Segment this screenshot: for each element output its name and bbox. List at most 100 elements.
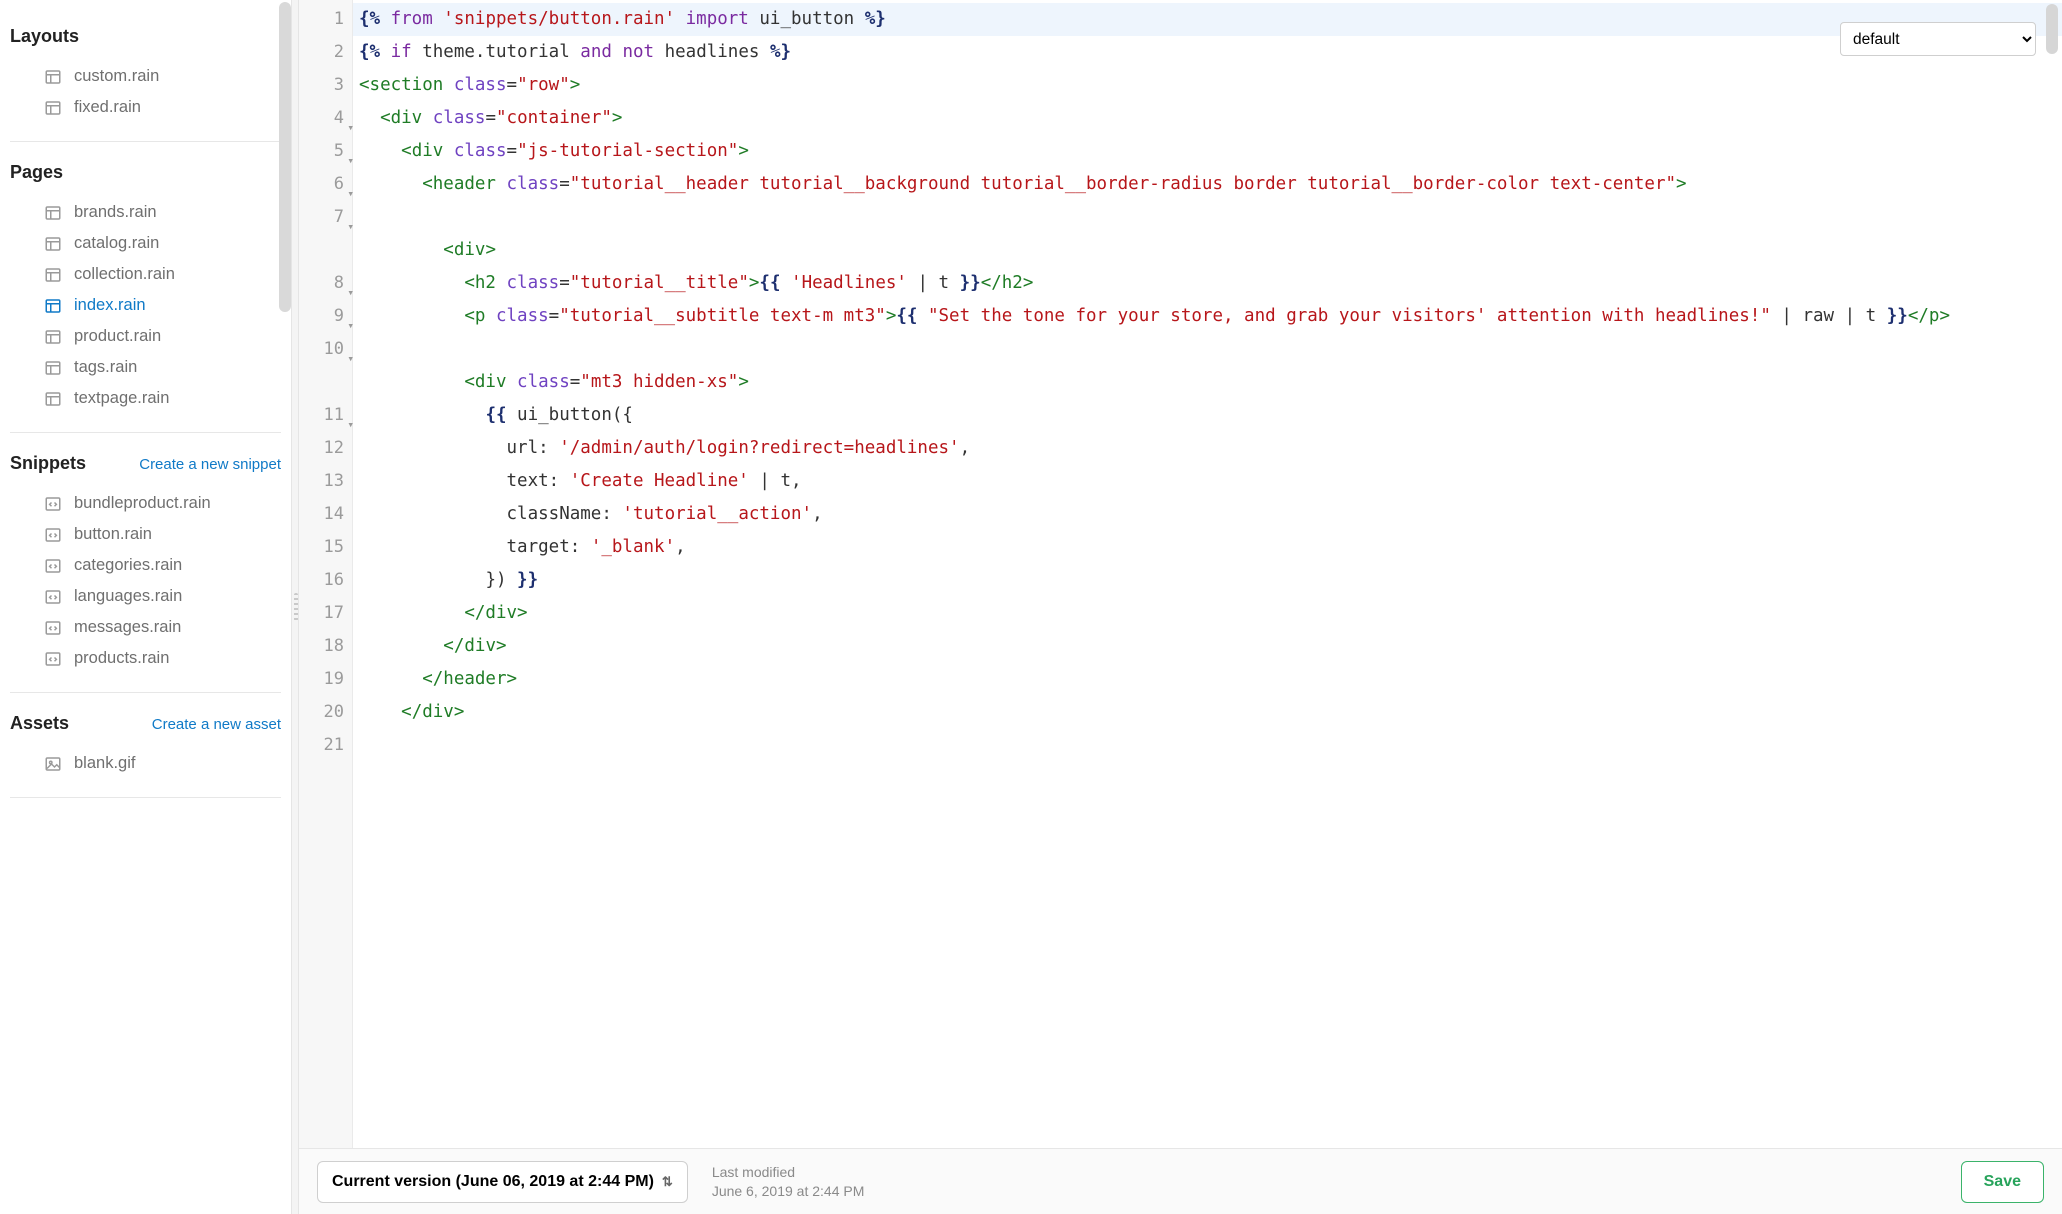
- code-line[interactable]: text: 'Create Headline' | t,: [353, 465, 2062, 498]
- gutter-line: 13: [299, 465, 352, 498]
- code-line[interactable]: <header class="tutorial__header tutorial…: [353, 168, 2062, 234]
- layout-icon: [44, 235, 62, 253]
- code-line[interactable]: <div>: [353, 234, 2062, 267]
- code-icon: [44, 588, 62, 606]
- code-line[interactable]: <div class="js-tutorial-section">: [353, 135, 2062, 168]
- code-icon: [44, 557, 62, 575]
- layout-icon: [44, 266, 62, 284]
- layout-icon: [44, 390, 62, 408]
- code-line[interactable]: <div class="container">: [353, 102, 2062, 135]
- file-item[interactable]: button.rain: [10, 519, 281, 550]
- gutter-line: 8▾: [299, 267, 352, 300]
- file-item[interactable]: collection.rain: [10, 259, 281, 290]
- code-line[interactable]: </div>: [353, 597, 2062, 630]
- section-title: Snippets: [10, 453, 86, 474]
- layout-icon: [44, 297, 62, 315]
- editor-footer: Current version (June 06, 2019 at 2:44 P…: [299, 1148, 2062, 1214]
- editor-scrollbar[interactable]: [2046, 4, 2058, 54]
- editor-pane: 1234▾5▾6▾7▾8▾9▾10▾11▾1213141516171819202…: [299, 0, 2062, 1214]
- file-item[interactable]: fixed.rain: [10, 92, 281, 123]
- file-label: brands.rain: [74, 203, 157, 222]
- save-button[interactable]: Save: [1961, 1161, 2044, 1203]
- file-item[interactable]: bundleproduct.rain: [10, 488, 281, 519]
- code-icon: [44, 495, 62, 513]
- gutter-line: 18: [299, 630, 352, 663]
- file-label: messages.rain: [74, 618, 181, 637]
- file-item[interactable]: languages.rain: [10, 581, 281, 612]
- layout-icon: [44, 328, 62, 346]
- updown-icon: ⇅: [662, 1174, 673, 1190]
- fold-toggle-icon[interactable]: ▾: [347, 342, 354, 375]
- file-label: product.rain: [74, 327, 161, 346]
- file-label: button.rain: [74, 525, 152, 544]
- code-line[interactable]: {% if theme.tutorial and not headlines %…: [353, 36, 2062, 69]
- sidebar-scrollbar[interactable]: [279, 2, 291, 312]
- code-line[interactable]: <div class="mt3 hidden-xs">: [353, 366, 2062, 399]
- code-line[interactable]: <p class="tutorial__subtitle text-m mt3"…: [353, 300, 2062, 366]
- layout-icon: [44, 99, 62, 117]
- gutter-line: 7▾: [299, 201, 352, 267]
- file-label: catalog.rain: [74, 234, 159, 253]
- section-action-link[interactable]: Create a new asset: [152, 716, 281, 733]
- file-item[interactable]: messages.rain: [10, 612, 281, 643]
- code-icon: [44, 650, 62, 668]
- layout-icon: [44, 359, 62, 377]
- fold-toggle-icon[interactable]: ▾: [347, 210, 354, 243]
- file-item[interactable]: categories.rain: [10, 550, 281, 581]
- file-label: categories.rain: [74, 556, 182, 575]
- code-line[interactable]: url: '/admin/auth/login?redirect=headlin…: [353, 432, 2062, 465]
- file-label: fixed.rain: [74, 98, 141, 117]
- file-item[interactable]: custom.rain: [10, 61, 281, 92]
- gutter-line: 12: [299, 432, 352, 465]
- code-icon: [44, 619, 62, 637]
- pane-splitter[interactable]: [291, 0, 299, 1214]
- variant-select[interactable]: default: [1840, 22, 2036, 56]
- gutter-line: 1: [299, 3, 352, 36]
- code-line[interactable]: }) }}: [353, 564, 2062, 597]
- gutter-line: 2: [299, 36, 352, 69]
- code-line[interactable]: className: 'tutorial__action',: [353, 498, 2062, 531]
- code-line[interactable]: target: '_blank',: [353, 531, 2062, 564]
- image-icon: [44, 755, 62, 773]
- gutter-line: 16: [299, 564, 352, 597]
- section-action-link[interactable]: Create a new snippet: [139, 456, 281, 473]
- code-line[interactable]: {% from 'snippets/button.rain' import ui…: [353, 3, 2062, 36]
- gutter-line: 11▾: [299, 399, 352, 432]
- code-area[interactable]: {% from 'snippets/button.rain' import ui…: [353, 0, 2062, 1148]
- file-item[interactable]: products.rain: [10, 643, 281, 674]
- code-icon: [44, 557, 62, 575]
- file-item[interactable]: product.rain: [10, 321, 281, 352]
- code-line[interactable]: {{ ui_button({: [353, 399, 2062, 432]
- gutter-line: 20: [299, 696, 352, 729]
- code-icon: [44, 495, 62, 513]
- version-dropdown[interactable]: Current version (June 06, 2019 at 2:44 P…: [317, 1161, 688, 1203]
- file-label: blank.gif: [74, 754, 135, 773]
- code-line[interactable]: <h2 class="tutorial__title">{{ 'Headline…: [353, 267, 2062, 300]
- file-item[interactable]: catalog.rain: [10, 228, 281, 259]
- gutter-line: 21: [299, 729, 352, 762]
- file-label: languages.rain: [74, 587, 182, 606]
- file-label: textpage.rain: [74, 389, 169, 408]
- layout-icon: [44, 297, 62, 315]
- file-label: index.rain: [74, 296, 146, 315]
- line-gutter: 1234▾5▾6▾7▾8▾9▾10▾11▾1213141516171819202…: [299, 0, 353, 1148]
- file-label: collection.rain: [74, 265, 175, 284]
- gutter-line: 3: [299, 69, 352, 102]
- gutter-line: 19: [299, 663, 352, 696]
- layout-icon: [44, 204, 62, 222]
- image-icon: [44, 755, 62, 773]
- code-line[interactable]: </div>: [353, 696, 2062, 729]
- code-icon: [44, 650, 62, 668]
- code-line[interactable]: </div>: [353, 630, 2062, 663]
- code-line[interactable]: </header>: [353, 663, 2062, 696]
- file-item[interactable]: index.rain: [10, 290, 281, 321]
- file-item[interactable]: blank.gif: [10, 748, 281, 779]
- last-modified-title: Last modified: [712, 1163, 865, 1181]
- gutter-line: 15: [299, 531, 352, 564]
- file-item[interactable]: brands.rain: [10, 197, 281, 228]
- file-item[interactable]: tags.rain: [10, 352, 281, 383]
- code-line[interactable]: <section class="row">: [353, 69, 2062, 102]
- file-item[interactable]: textpage.rain: [10, 383, 281, 414]
- variant-select-wrap: default: [1840, 22, 2036, 56]
- file-label: tags.rain: [74, 358, 137, 377]
